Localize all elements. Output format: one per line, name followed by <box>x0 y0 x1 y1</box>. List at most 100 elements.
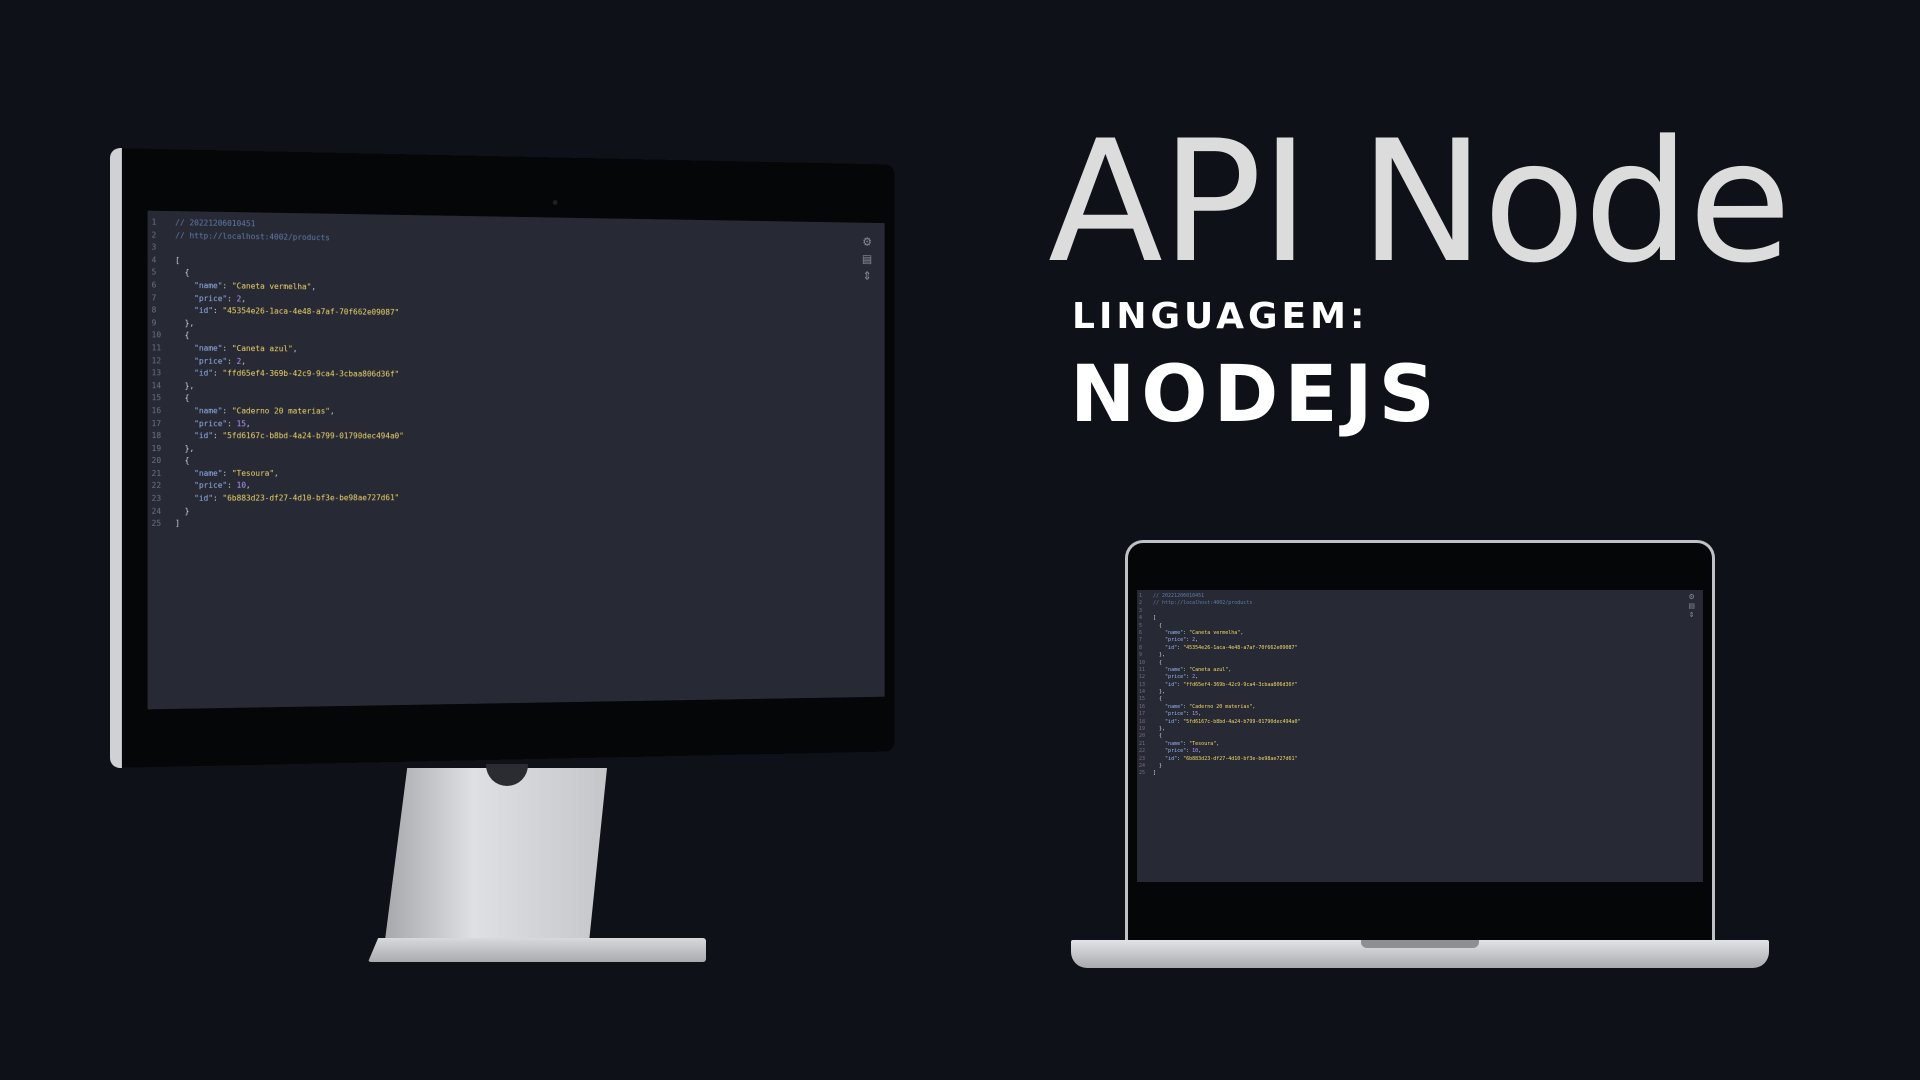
code-line: 4[ <box>1137 615 1703 622</box>
code-line: 11 "name": "Caneta azul", <box>1137 667 1703 674</box>
line-number: 6 <box>1139 629 1143 636</box>
code-brace: { <box>175 268 190 278</box>
code-line: 18 "id": "5fd6167c-b8bd-4a24-b799-01790d… <box>1137 719 1703 726</box>
line-number: 11 <box>151 343 162 353</box>
code-comma: , <box>245 481 251 491</box>
code-comma: , <box>241 294 246 304</box>
laptop-opening-groove <box>1361 940 1479 948</box>
editor-toolbar: ⚙ ▤ ⇕ <box>1688 594 1695 619</box>
gear-icon[interactable]: ⚙ <box>862 235 872 248</box>
line-number: 25 <box>1139 770 1146 777</box>
chevron-icon[interactable]: ⇕ <box>1689 612 1695 619</box>
code-string: "Caneta azul" <box>1189 666 1229 673</box>
code-key: "id" <box>1165 681 1178 688</box>
chevron-icon[interactable]: ⇕ <box>863 269 872 282</box>
code-comment: // 20221206010451 <box>175 218 256 229</box>
code-key: "id" <box>194 306 214 316</box>
code-string: "Tesoura" <box>231 468 275 478</box>
code-line: 25] <box>148 515 885 531</box>
line-number: 12 <box>1139 674 1146 681</box>
code-line: 17 "price": 15, <box>1137 711 1703 718</box>
code-brace: { <box>1153 659 1163 666</box>
code-comma: , <box>245 418 251 428</box>
code-comma: , <box>1198 711 1202 718</box>
line-number: 18 <box>1139 718 1146 725</box>
code-key: "name" <box>1165 703 1184 710</box>
line-number: 2 <box>1139 600 1143 607</box>
code-comment: // http://localhost:4002/products <box>1153 600 1253 607</box>
code-key: "id" <box>1165 718 1178 725</box>
code-colon: : <box>227 481 237 491</box>
code-string: "Tesoura" <box>1189 740 1217 747</box>
code-line: 22 "price": 10, <box>1137 748 1703 755</box>
line-number: 20 <box>1139 733 1146 740</box>
line-number: 1 <box>151 217 157 227</box>
line-number: 13 <box>151 368 162 378</box>
code-colon: : <box>222 468 232 478</box>
code-line: 2 // http://localhost:4002/products <box>1137 600 1703 607</box>
code-line: 15 { <box>1137 696 1703 703</box>
code-brace: { <box>1153 733 1163 740</box>
line-number: 5 <box>151 267 157 277</box>
code-key: "price" <box>194 356 228 366</box>
code-colon: : <box>222 281 232 291</box>
code-key: "id" <box>1165 755 1178 762</box>
code-line: 16 "name": "Caderno 20 materias", <box>148 405 885 420</box>
document-icon[interactable]: ▤ <box>862 252 872 265</box>
code-line: 6 "name": "Caneta vermelha", <box>1137 630 1703 637</box>
code-line: 7 "price": 2, <box>1137 637 1703 644</box>
code-key: "id" <box>194 368 214 378</box>
code-brace: { <box>175 456 190 466</box>
line-number: 6 <box>151 280 157 290</box>
code-string: "Caderno 20 materias" <box>1189 703 1253 710</box>
code-line: 21 "name": "Tesoura", <box>1137 741 1703 748</box>
monitor-stand-base <box>368 938 706 962</box>
code-comma: , <box>1198 748 1202 755</box>
line-number: 5 <box>1139 622 1143 629</box>
code-string: "ffd65ef4-369b-42c9-9ca4-3cbaa806d36f" <box>1183 681 1298 688</box>
line-number: 16 <box>1139 703 1146 710</box>
code-editor: 1 // 20221206010451 2 // http://localhost:4… <box>1137 590 1703 882</box>
line-number: 15 <box>151 393 162 403</box>
code-brace: { <box>175 330 190 340</box>
code-line: 19 }, <box>1137 726 1703 733</box>
line-number: 10 <box>1139 659 1146 666</box>
code-key: "price" <box>1165 674 1187 681</box>
line-number: 8 <box>151 305 157 315</box>
code-brace: }, <box>1153 689 1166 696</box>
line-number: 18 <box>151 431 162 441</box>
code-brace: }, <box>175 443 195 453</box>
line-number: 8 <box>1139 644 1143 651</box>
gear-icon[interactable]: ⚙ <box>1689 594 1695 601</box>
code-comma: , <box>1195 674 1199 681</box>
document-icon[interactable]: ▤ <box>1688 603 1695 610</box>
code-key: "name" <box>1165 629 1184 636</box>
line-number: 24 <box>151 506 162 516</box>
laptop-notch <box>1386 543 1458 561</box>
promo-stage: API Node LINGUAGEM: NODEJS 1 // 202212060… <box>0 0 1920 1080</box>
code-line: 18 "id": "5fd6167c-b8bd-4a24-b799-01790d… <box>148 430 885 443</box>
line-number: 9 <box>151 318 157 328</box>
code-key: "id" <box>194 431 214 441</box>
line-number: 14 <box>151 380 162 390</box>
code-comma: , <box>311 282 317 292</box>
camera-icon <box>552 200 558 205</box>
code-key: "price" <box>1165 748 1187 755</box>
code-line: 20 { <box>148 455 885 468</box>
